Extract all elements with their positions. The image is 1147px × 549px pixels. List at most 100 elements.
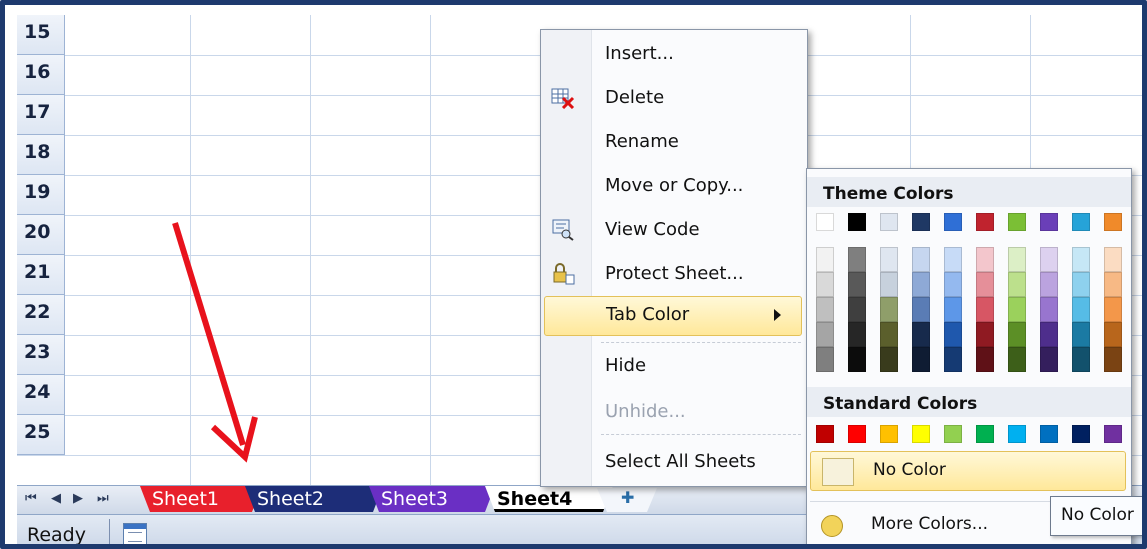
theme-shade-swatch[interactable]: [1072, 297, 1090, 322]
theme-shade-swatch[interactable]: [848, 272, 866, 297]
menu-item-select-all-sheets[interactable]: Select All Sheets: [541, 442, 807, 482]
menu-item-hide[interactable]: Hide: [541, 346, 807, 386]
theme-color-swatch[interactable]: [816, 213, 834, 231]
theme-color-swatch[interactable]: [1104, 213, 1122, 231]
row-header[interactable]: 23: [17, 335, 65, 375]
row-header[interactable]: 18: [17, 135, 65, 175]
tab-sheet3[interactable]: Sheet3: [369, 486, 495, 512]
theme-shade-swatch[interactable]: [1072, 247, 1090, 272]
menu-item-tab-color[interactable]: Tab Color: [544, 296, 802, 336]
theme-shade-swatch[interactable]: [912, 247, 930, 272]
theme-shade-swatch[interactable]: [1104, 297, 1122, 322]
theme-shade-swatch[interactable]: [848, 322, 866, 347]
theme-shade-swatch[interactable]: [880, 347, 898, 372]
no-color-button[interactable]: No Color: [810, 451, 1126, 491]
theme-shade-swatch[interactable]: [1008, 272, 1026, 297]
menu-item-insert[interactable]: Insert...: [541, 34, 807, 74]
theme-shade-swatch[interactable]: [1040, 322, 1058, 347]
theme-shade-swatch[interactable]: [1104, 347, 1122, 372]
insert-sheet-icon[interactable]: ✚: [597, 488, 657, 512]
theme-shade-swatch[interactable]: [1072, 272, 1090, 297]
theme-shade-swatch[interactable]: [976, 322, 994, 347]
theme-shade-swatch[interactable]: [1072, 322, 1090, 347]
first-sheet-button[interactable]: ⏮: [25, 491, 37, 506]
theme-shade-swatch[interactable]: [880, 272, 898, 297]
row-header[interactable]: 25: [17, 415, 65, 455]
theme-shade-swatch[interactable]: [976, 347, 994, 372]
row-header[interactable]: 15: [17, 15, 65, 55]
theme-color-swatch[interactable]: [944, 213, 962, 231]
theme-shade-swatch[interactable]: [912, 297, 930, 322]
theme-shade-swatch[interactable]: [880, 322, 898, 347]
theme-shade-swatch[interactable]: [1040, 297, 1058, 322]
standard-color-swatch[interactable]: [880, 425, 898, 443]
standard-color-swatch[interactable]: [944, 425, 962, 443]
row-header[interactable]: 17: [17, 95, 65, 135]
standard-color-swatch[interactable]: [1040, 425, 1058, 443]
tab-sheet4[interactable]: Sheet4: [485, 486, 613, 512]
theme-shade-swatch[interactable]: [944, 322, 962, 347]
theme-shade-swatch[interactable]: [848, 247, 866, 272]
standard-color-swatch[interactable]: [976, 425, 994, 443]
theme-shade-swatch[interactable]: [1008, 247, 1026, 272]
theme-shade-swatch[interactable]: [912, 322, 930, 347]
theme-shade-swatch[interactable]: [976, 297, 994, 322]
theme-shade-swatch[interactable]: [1008, 322, 1026, 347]
theme-shade-swatch[interactable]: [880, 297, 898, 322]
row-header[interactable]: 20: [17, 215, 65, 255]
theme-shade-swatch[interactable]: [1008, 297, 1026, 322]
theme-shade-swatch[interactable]: [944, 272, 962, 297]
tab-sheet2[interactable]: Sheet2: [245, 486, 383, 512]
standard-color-swatch[interactable]: [848, 425, 866, 443]
theme-color-swatch[interactable]: [1072, 213, 1090, 231]
theme-shade-swatch[interactable]: [848, 347, 866, 372]
theme-shade-swatch[interactable]: [1040, 347, 1058, 372]
standard-color-swatch[interactable]: [816, 425, 834, 443]
theme-shade-swatch[interactable]: [816, 297, 834, 322]
theme-color-swatch[interactable]: [880, 213, 898, 231]
theme-shade-swatch[interactable]: [944, 297, 962, 322]
theme-shade-swatch[interactable]: [1040, 247, 1058, 272]
standard-color-swatch[interactable]: [1104, 425, 1122, 443]
theme-shade-swatch[interactable]: [848, 297, 866, 322]
row-header[interactable]: 19: [17, 175, 65, 215]
standard-color-swatch[interactable]: [912, 425, 930, 443]
theme-shade-swatch[interactable]: [912, 347, 930, 372]
theme-shade-swatch[interactable]: [1104, 272, 1122, 297]
theme-color-swatch[interactable]: [1008, 213, 1026, 231]
prev-sheet-button[interactable]: ◀: [51, 491, 61, 506]
theme-color-swatch[interactable]: [976, 213, 994, 231]
theme-shade-swatch[interactable]: [816, 347, 834, 372]
theme-shade-swatch[interactable]: [880, 247, 898, 272]
theme-shade-swatch[interactable]: [1072, 347, 1090, 372]
row-header[interactable]: 22: [17, 295, 65, 335]
menu-item-move-copy[interactable]: Move or Copy...: [541, 166, 807, 206]
theme-shade-swatch[interactable]: [976, 272, 994, 297]
last-sheet-button[interactable]: ⏭: [97, 491, 109, 506]
theme-color-swatch[interactable]: [1040, 213, 1058, 231]
theme-shade-swatch[interactable]: [1040, 272, 1058, 297]
row-header[interactable]: 16: [17, 55, 65, 95]
tab-sheet1[interactable]: Sheet1: [140, 486, 262, 512]
theme-shade-swatch[interactable]: [1008, 347, 1026, 372]
theme-shade-swatch[interactable]: [944, 347, 962, 372]
row-header[interactable]: 21: [17, 255, 65, 295]
theme-shade-swatch[interactable]: [944, 247, 962, 272]
theme-shade-swatch[interactable]: [816, 322, 834, 347]
normal-view-icon[interactable]: [123, 523, 147, 544]
theme-shade-swatch[interactable]: [816, 247, 834, 272]
menu-item-view-code[interactable]: View Code: [541, 210, 807, 250]
theme-shade-swatch[interactable]: [912, 272, 930, 297]
theme-shade-swatch[interactable]: [1104, 247, 1122, 272]
theme-color-swatch[interactable]: [912, 213, 930, 231]
menu-item-rename[interactable]: Rename: [541, 122, 807, 162]
next-sheet-button[interactable]: ▶: [73, 491, 83, 506]
row-header[interactable]: 24: [17, 375, 65, 415]
theme-shade-swatch[interactable]: [1104, 322, 1122, 347]
menu-item-protect-sheet[interactable]: Protect Sheet...: [541, 254, 807, 294]
menu-item-delete[interactable]: Delete: [541, 78, 807, 118]
standard-color-swatch[interactable]: [1072, 425, 1090, 443]
theme-shade-swatch[interactable]: [816, 272, 834, 297]
standard-color-swatch[interactable]: [1008, 425, 1026, 443]
theme-shade-swatch[interactable]: [976, 247, 994, 272]
